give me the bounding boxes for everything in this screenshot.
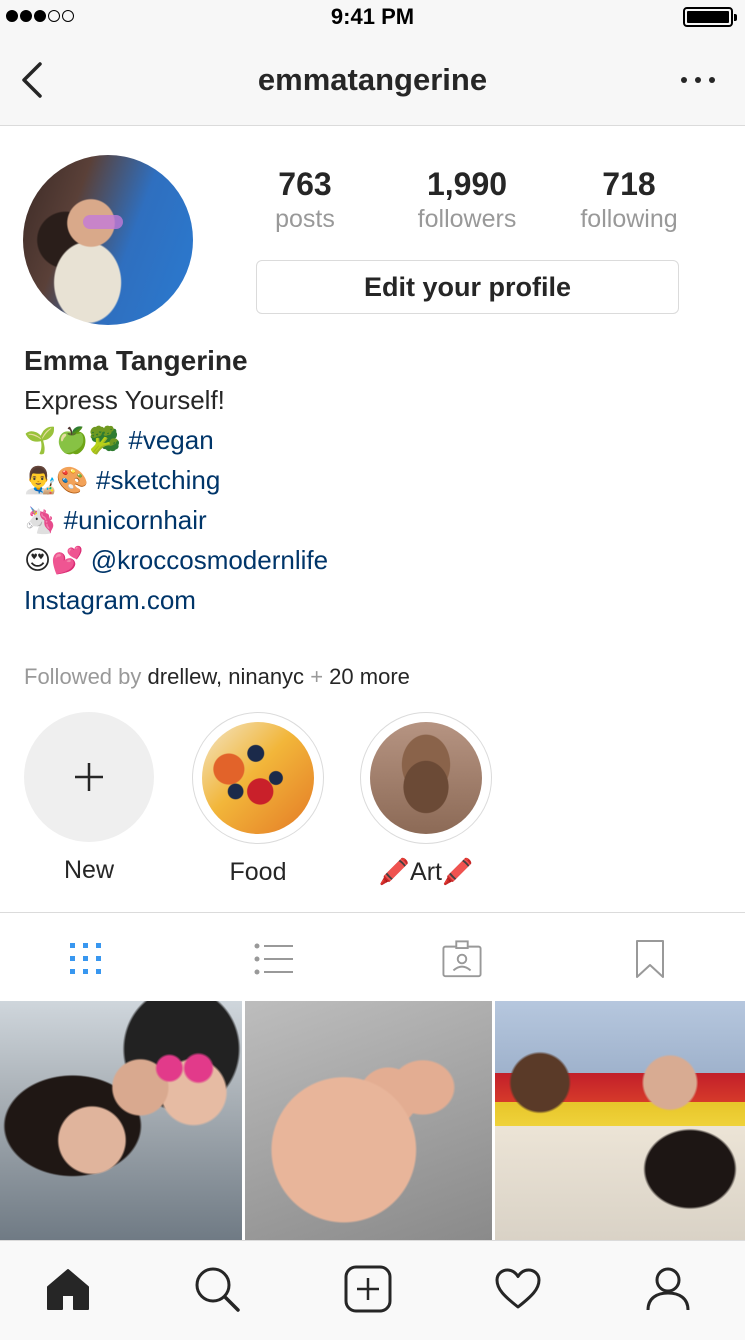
following-count: 718 <box>602 166 656 202</box>
hashtag-link[interactable]: #vegan <box>128 425 213 455</box>
tab-search[interactable] <box>191 1263 243 1315</box>
tab-new-post[interactable] <box>342 1263 394 1315</box>
highlight-label: Food <box>229 858 287 886</box>
bio-emoji: 🌱🍏🥦 <box>24 425 122 455</box>
list-icon <box>254 943 293 975</box>
crayon-emoji: 🖍️ <box>378 858 411 886</box>
more-dots-icon <box>681 77 687 83</box>
bio-tagline: Express Yourself! <box>24 385 225 415</box>
posts-grid <box>0 1001 745 1241</box>
posts-count: 763 <box>278 166 332 202</box>
profile-display-name: Emma Tangerine <box>24 345 248 376</box>
heart-icon <box>495 1268 541 1309</box>
bottom-tab-bar <box>0 1240 745 1340</box>
profile-icon <box>646 1267 690 1311</box>
followers-label: followers <box>417 205 517 233</box>
tab-profile[interactable] <box>642 1263 694 1315</box>
website-link[interactable]: Instagram.com <box>24 580 724 620</box>
edit-profile-button[interactable]: Edit your profile <box>256 260 679 314</box>
followed-by[interactable]: Followed by drellew, ninanyc + 20 more <box>24 664 410 690</box>
search-icon <box>195 1267 240 1312</box>
bio-emoji: 👨‍🎨🎨 <box>24 465 89 495</box>
hashtag-link[interactable]: #unicornhair <box>64 505 207 535</box>
highlight-new[interactable]: New <box>23 712 155 885</box>
tab-tagged[interactable] <box>442 939 482 979</box>
post-thumbnail[interactable] <box>495 1001 745 1241</box>
home-icon <box>47 1269 89 1310</box>
followers-stat[interactable]: 1,990 followers <box>387 166 547 234</box>
posts-stat[interactable]: 763 posts <box>225 166 385 234</box>
grid-icon <box>70 943 101 974</box>
followed-by-plus: + <box>310 664 324 689</box>
nav-bar: emmatangerine <box>0 34 745 126</box>
more-options-button[interactable] <box>681 74 715 86</box>
profile-username: emmatangerine <box>257 62 488 97</box>
followers-count: 1,990 <box>426 166 508 202</box>
highlight-cover-image <box>202 722 314 834</box>
bio-line-vegan: 🌱🍏🥦 #vegan <box>24 420 724 460</box>
tab-home[interactable] <box>42 1263 94 1315</box>
highlight-ring <box>192 712 324 844</box>
tab-list[interactable] <box>254 939 294 979</box>
highlight-label: 🖍️Art🖍️ <box>378 858 474 886</box>
profile-bio: Emma Tangerine Express Yourself! 🌱🍏🥦 #ve… <box>24 342 724 620</box>
new-post-icon <box>344 1265 392 1313</box>
profile-view-tabs <box>0 913 745 1001</box>
tab-grid[interactable] <box>66 939 106 979</box>
highlight-label: New <box>63 856 114 884</box>
highlight-food[interactable]: Food <box>192 712 324 887</box>
tab-activity[interactable] <box>492 1263 544 1315</box>
posts-label: posts <box>275 205 335 233</box>
post-thumbnail[interactable] <box>0 1001 242 1241</box>
status-time: 9:41 PM <box>330 4 415 29</box>
bio-emoji: 😍💕 <box>24 545 84 575</box>
highlight-cover-image <box>370 722 482 834</box>
battery-icon <box>683 7 737 27</box>
following-label: following <box>580 205 678 233</box>
profile-stats: 763 posts 1,990 followers 718 following <box>225 166 745 238</box>
status-bar: 9:41 PM <box>0 0 745 34</box>
hashtag-link[interactable]: #sketching <box>96 465 220 495</box>
bookmark-icon <box>636 940 664 978</box>
profile-avatar[interactable] <box>23 155 193 325</box>
highlight-ring <box>360 712 492 844</box>
highlight-art[interactable]: 🖍️Art🖍️ <box>360 712 492 887</box>
bio-line-sketching: 👨‍🎨🎨 #sketching <box>24 460 724 500</box>
bio-line-mention: 😍💕 @kroccosmodernlife <box>24 540 724 580</box>
bio-emoji: 🦄 <box>24 505 57 535</box>
followed-by-names: drellew, ninanyc <box>147 664 305 689</box>
crayon-emoji: 🖍️ <box>441 858 474 886</box>
bio-line-unicornhair: 🦄 #unicornhair <box>24 500 724 540</box>
post-thumbnail[interactable] <box>245 1001 492 1241</box>
tagged-icon <box>442 940 482 978</box>
tab-saved[interactable] <box>630 939 670 979</box>
followed-by-prefix: Followed by <box>24 664 142 689</box>
new-highlight-circle <box>24 712 154 842</box>
followed-by-more: 20 more <box>329 664 410 689</box>
mention-link[interactable]: @kroccosmodernlife <box>91 545 328 575</box>
plus-icon <box>75 763 103 791</box>
following-stat[interactable]: 718 following <box>549 166 709 234</box>
